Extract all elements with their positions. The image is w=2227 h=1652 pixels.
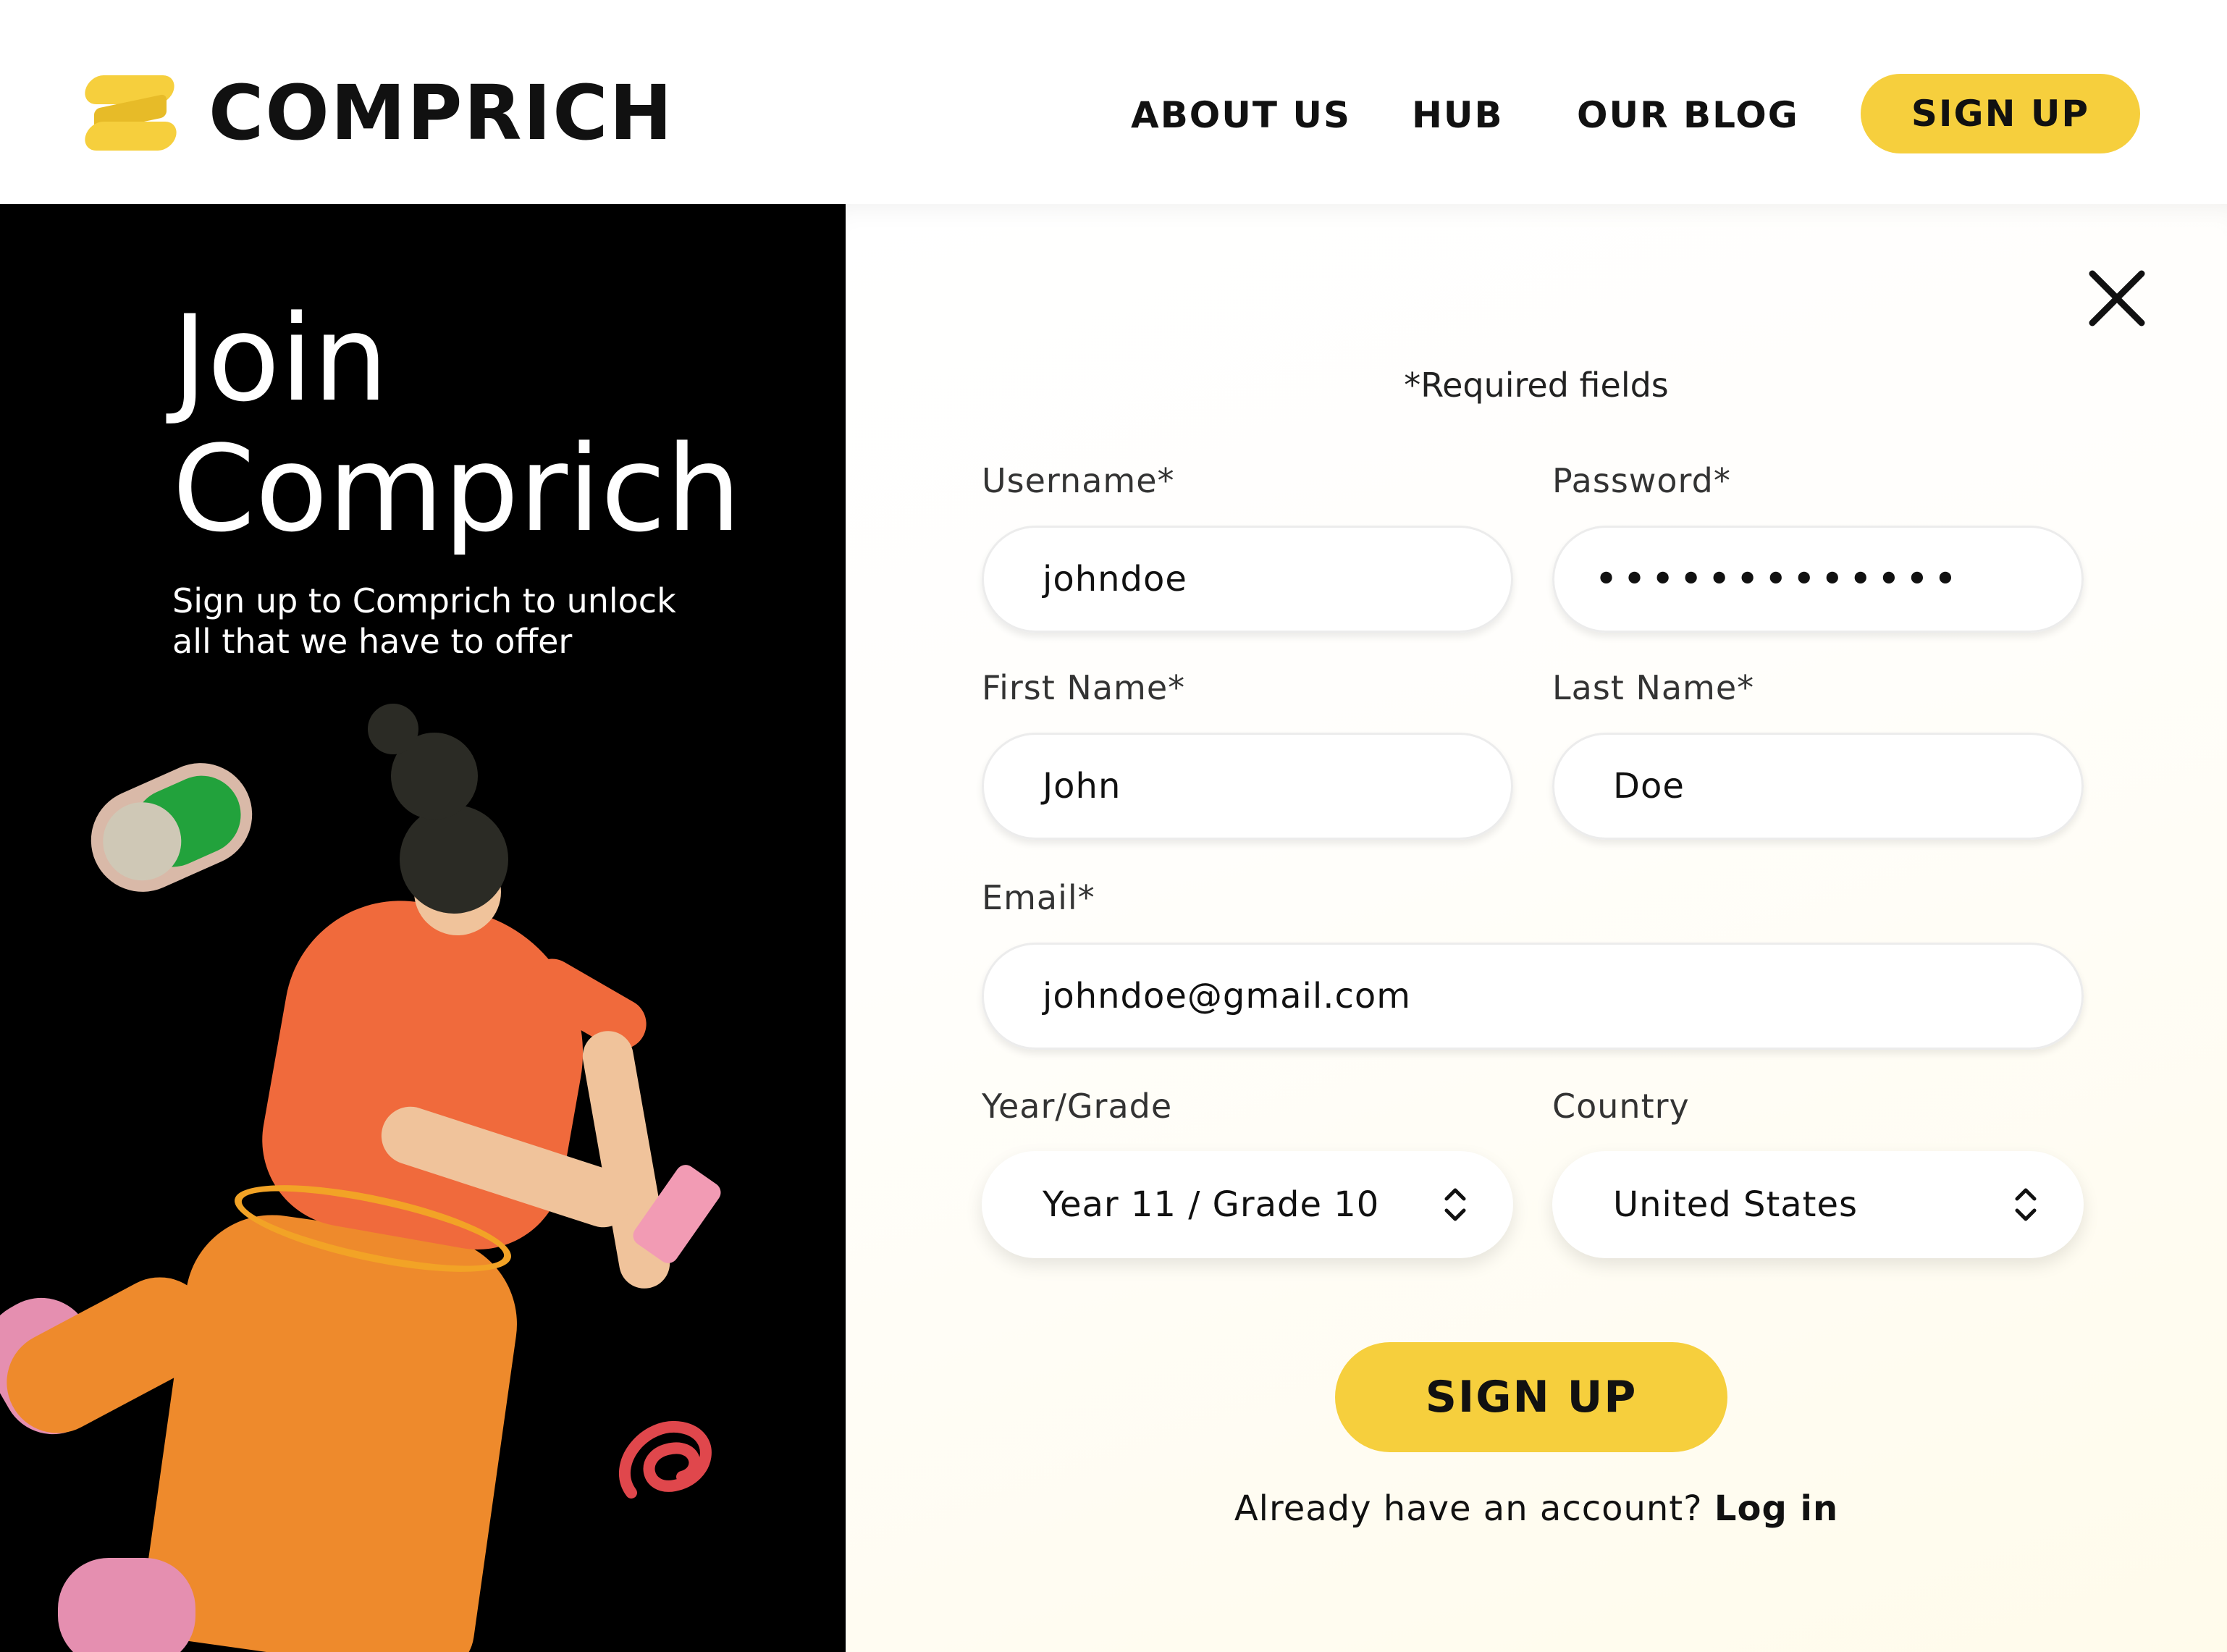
hero-title-line1: Join bbox=[172, 290, 389, 428]
chevron-up-down-icon bbox=[2015, 1188, 2037, 1221]
country-value: United States bbox=[1613, 1184, 1858, 1225]
hero-title: Join Comprich bbox=[172, 294, 741, 555]
username-label: Username* bbox=[982, 461, 1175, 500]
sign-up-submit-button[interactable]: SIGN UP bbox=[1335, 1342, 1727, 1452]
nav-our-blog[interactable]: OUR BLOG bbox=[1577, 90, 1799, 140]
first-name-label: First Name* bbox=[982, 668, 1186, 707]
login-prompt-text: Already have an account? bbox=[1234, 1488, 1703, 1529]
login-prompt: Already have an account? Log in bbox=[846, 1485, 2227, 1532]
sign-up-submit-label: SIGN UP bbox=[1425, 1372, 1638, 1423]
country-label: Country bbox=[1552, 1087, 1690, 1126]
first-name-value: John bbox=[1043, 766, 1121, 806]
last-name-label: Last Name* bbox=[1552, 668, 1755, 707]
password-field[interactable]: ••••••••••••• bbox=[1552, 526, 2084, 633]
country-select[interactable]: United States bbox=[1552, 1151, 2084, 1258]
required-fields-note: *Required fields bbox=[1404, 366, 1669, 405]
year-grade-select[interactable]: Year 11 / Grade 10 bbox=[982, 1151, 1513, 1258]
nav-hub[interactable]: HUB bbox=[1412, 90, 1504, 140]
nav-about-us[interactable]: ABOUT US bbox=[1131, 90, 1351, 140]
hero-panel: Join Comprich Sign up to Comprich to unl… bbox=[0, 204, 846, 1652]
spring-decoration bbox=[618, 1420, 712, 1499]
year-grade-label: Year/Grade bbox=[982, 1087, 1173, 1126]
email-value: johndoe@gmail.com bbox=[1043, 976, 1411, 1016]
comprich-logo-icon[interactable] bbox=[82, 75, 180, 151]
log-in-link[interactable]: Log in bbox=[1714, 1488, 1838, 1529]
header-sign-up-label: SIGN UP bbox=[1911, 93, 2090, 135]
header-sign-up-button[interactable]: SIGN UP bbox=[1861, 74, 2140, 153]
hero-title-line2: Comprich bbox=[172, 420, 741, 558]
email-label: Email* bbox=[982, 878, 1095, 917]
email-field[interactable]: johndoe@gmail.com bbox=[982, 943, 2084, 1050]
brand-name[interactable]: COMPRICH bbox=[209, 69, 674, 156]
username-value: johndoe bbox=[1043, 559, 1187, 599]
hero-subtitle-line2: all that we have to offer bbox=[172, 622, 573, 661]
close-icon[interactable] bbox=[2082, 264, 2152, 333]
hero-subtitle-line1: Sign up to Comprich to unlock bbox=[172, 581, 676, 620]
chevron-up-down-icon bbox=[1444, 1188, 1466, 1221]
password-value: ••••••••••••• bbox=[1594, 555, 1962, 603]
last-name-field[interactable]: Doe bbox=[1552, 733, 2084, 840]
last-name-value: Doe bbox=[1613, 766, 1685, 806]
username-field[interactable]: johndoe bbox=[982, 526, 1513, 633]
top-header: COMPRICH ABOUT US HUB OUR BLOG SIGN UP bbox=[0, 0, 2227, 204]
year-grade-value: Year 11 / Grade 10 bbox=[1043, 1184, 1380, 1225]
hero-subtitle: Sign up to Comprich to unlock all that w… bbox=[172, 581, 723, 662]
password-label: Password* bbox=[1552, 461, 1731, 500]
first-name-field[interactable]: John bbox=[982, 733, 1513, 840]
signup-form-panel: *Required fields Username* johndoe Passw… bbox=[846, 204, 2227, 1652]
